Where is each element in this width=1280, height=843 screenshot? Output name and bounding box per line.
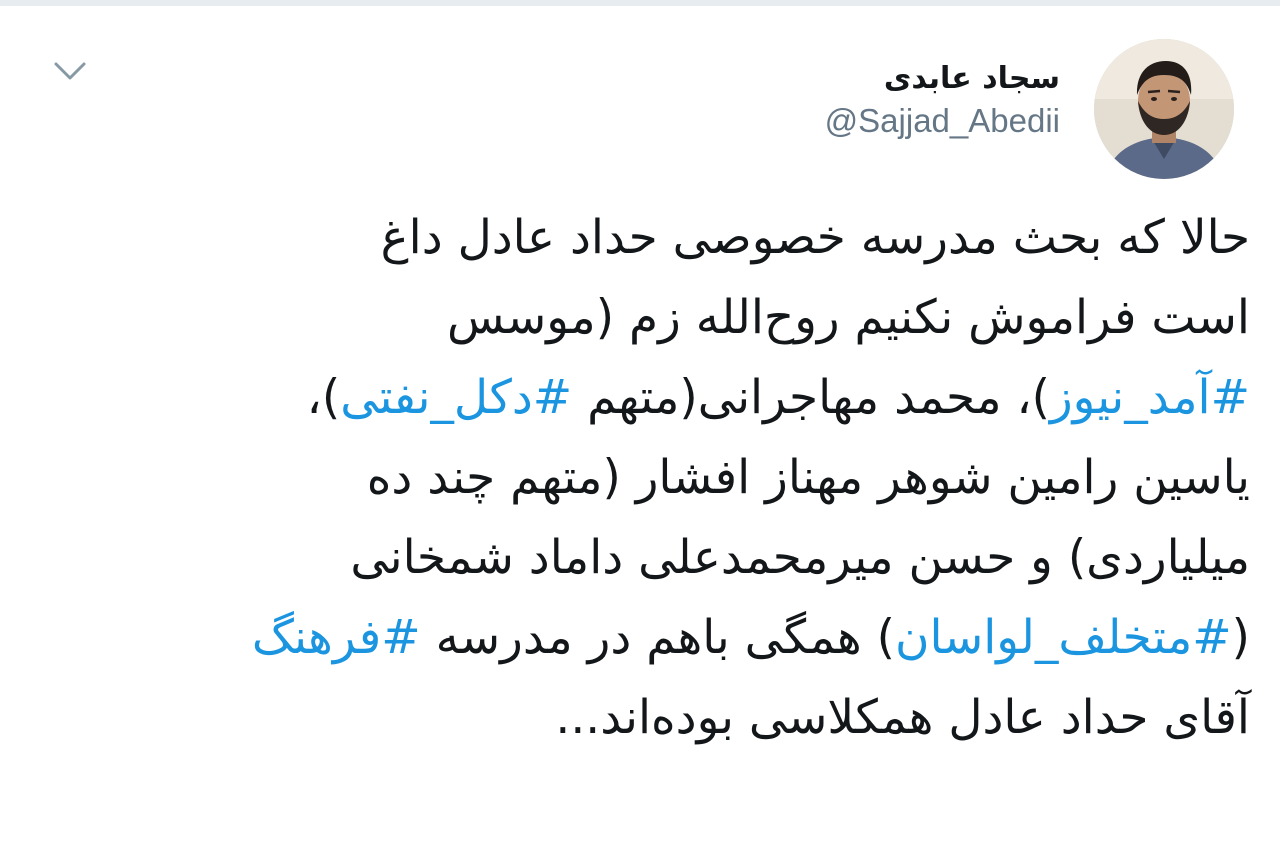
tweet-body: حالا که بحث مدرسه خصوصی حداد عادل داغ اس…	[40, 198, 1250, 758]
tweet-text-segment: )،	[306, 370, 341, 425]
tweet-header: سجاد عابدی @Sajjad_Abedii	[825, 38, 1234, 180]
tweet-line-5: میلیاردی) و حسن میرمحمدعلی داماد شمخانی	[350, 530, 1250, 585]
chevron-down-icon	[54, 62, 86, 80]
tweet-line-7: آقای حداد عادل همکلاسی بوده‌اند...	[555, 690, 1250, 745]
author-names: سجاد عابدی @Sajjad_Abedii	[825, 61, 1060, 140]
hashtag-link[interactable]: #متخلف_لواسان	[895, 610, 1232, 665]
tweet-text-segment: ) همگی باهم در مدرسه	[420, 610, 895, 665]
tweet-line-2: است فراموش نکنیم روح‌الله زم (موسس	[446, 290, 1250, 345]
tweet-text-segment: )، محمد مهاجرانی(متهم	[572, 370, 1050, 425]
tweet-line-3: #آمد_نیوز)، محمد مهاجرانی(متهم #دکل_نفتی…	[40, 358, 1250, 438]
hashtag-link[interactable]: #فرهنگ	[252, 610, 421, 665]
tweet-text-segment: (	[1231, 610, 1250, 665]
hashtag-link[interactable]: #دکل_نفتی	[340, 370, 572, 425]
tweet-menu-button[interactable]	[50, 56, 90, 86]
tweet-line-4: یاسین رامین شوهر مهناز افشار (متهم چند د…	[366, 450, 1250, 505]
top-border	[0, 0, 1280, 6]
author-handle[interactable]: @Sajjad_Abedii	[825, 102, 1060, 140]
tweet-line-6: (#متخلف_لواسان) همگی باهم در مدرسه #فرهن…	[40, 598, 1250, 678]
hashtag-link[interactable]: #آمد_نیوز	[1050, 370, 1250, 425]
profile-photo-icon	[1094, 39, 1234, 179]
tweet-line-1: حالا که بحث مدرسه خصوصی حداد عادل داغ	[380, 210, 1250, 265]
author-display-name[interactable]: سجاد عابدی	[884, 61, 1060, 96]
avatar[interactable]	[1094, 39, 1234, 179]
